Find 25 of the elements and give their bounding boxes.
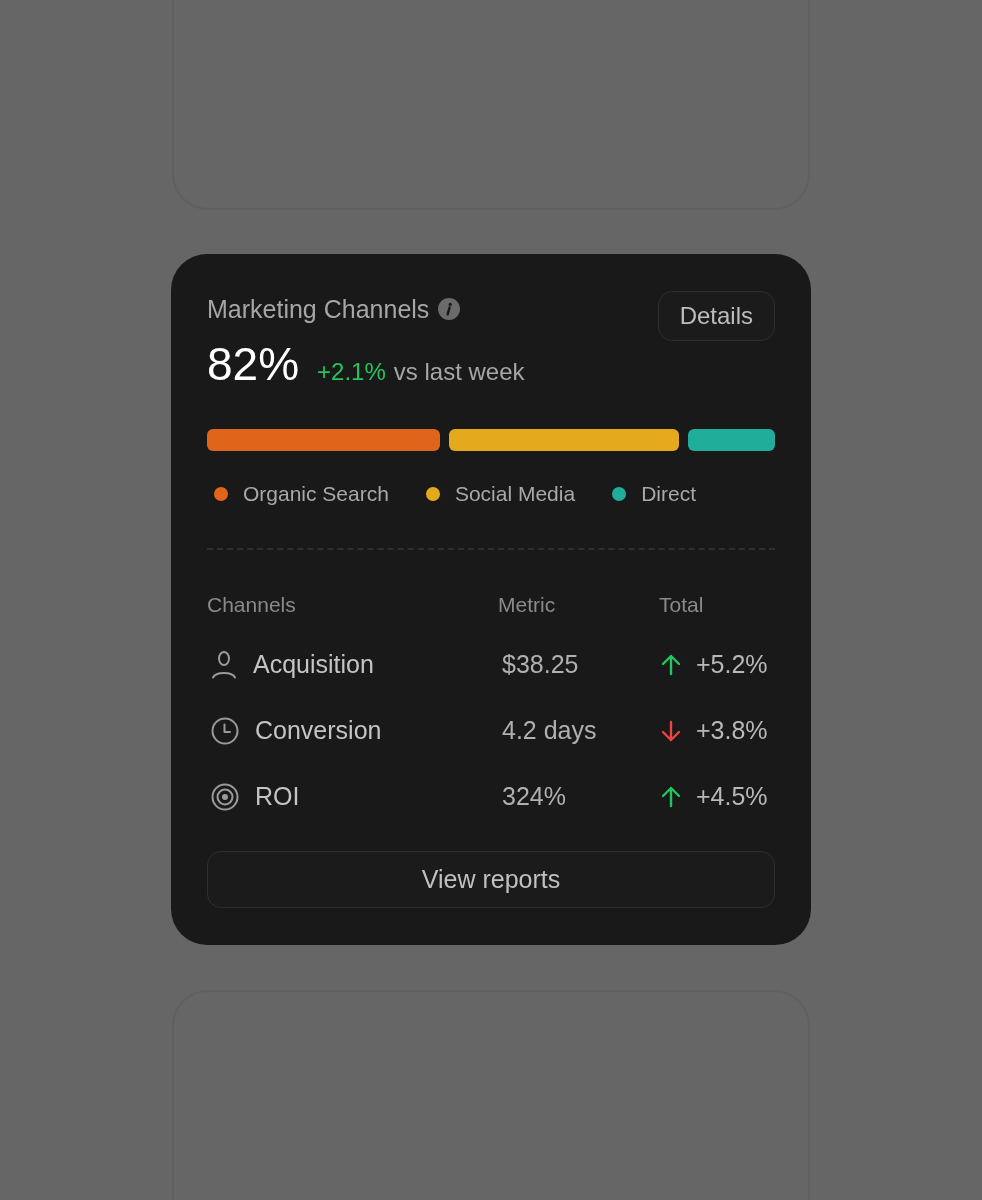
change-label: vs last week	[393, 357, 525, 387]
channel-name: Acquisition	[253, 649, 374, 681]
column-header: Total	[659, 592, 705, 618]
column-header: Channels	[207, 592, 297, 618]
headline-value: 82%	[207, 340, 300, 388]
legend-label: Social Media	[454, 481, 576, 508]
person-icon	[211, 651, 237, 679]
view-reports-button[interactable]: View reports	[207, 851, 775, 908]
total-value: +5.2%	[696, 649, 768, 681]
metric-value: 4.2 days	[501, 715, 598, 747]
legend-label: Organic Search	[243, 481, 389, 508]
total-value: +4.5%	[696, 781, 768, 813]
info-icon[interactable]	[438, 298, 461, 320]
total-value: +3.8%	[696, 715, 768, 747]
column-header: Metric	[498, 592, 557, 618]
legend-label: Direct	[641, 481, 696, 508]
channel-name: ROI	[255, 781, 300, 813]
target-icon	[211, 783, 239, 811]
metric-value: 324%	[501, 781, 567, 813]
details-button[interactable]: Details	[657, 291, 775, 341]
metric-value: $38.25	[501, 649, 580, 681]
channel-name: Conversion	[255, 715, 382, 747]
clock-icon	[211, 717, 239, 745]
change-value: +2.1%	[317, 357, 386, 387]
card-title: Marketing Channels	[207, 294, 430, 325]
